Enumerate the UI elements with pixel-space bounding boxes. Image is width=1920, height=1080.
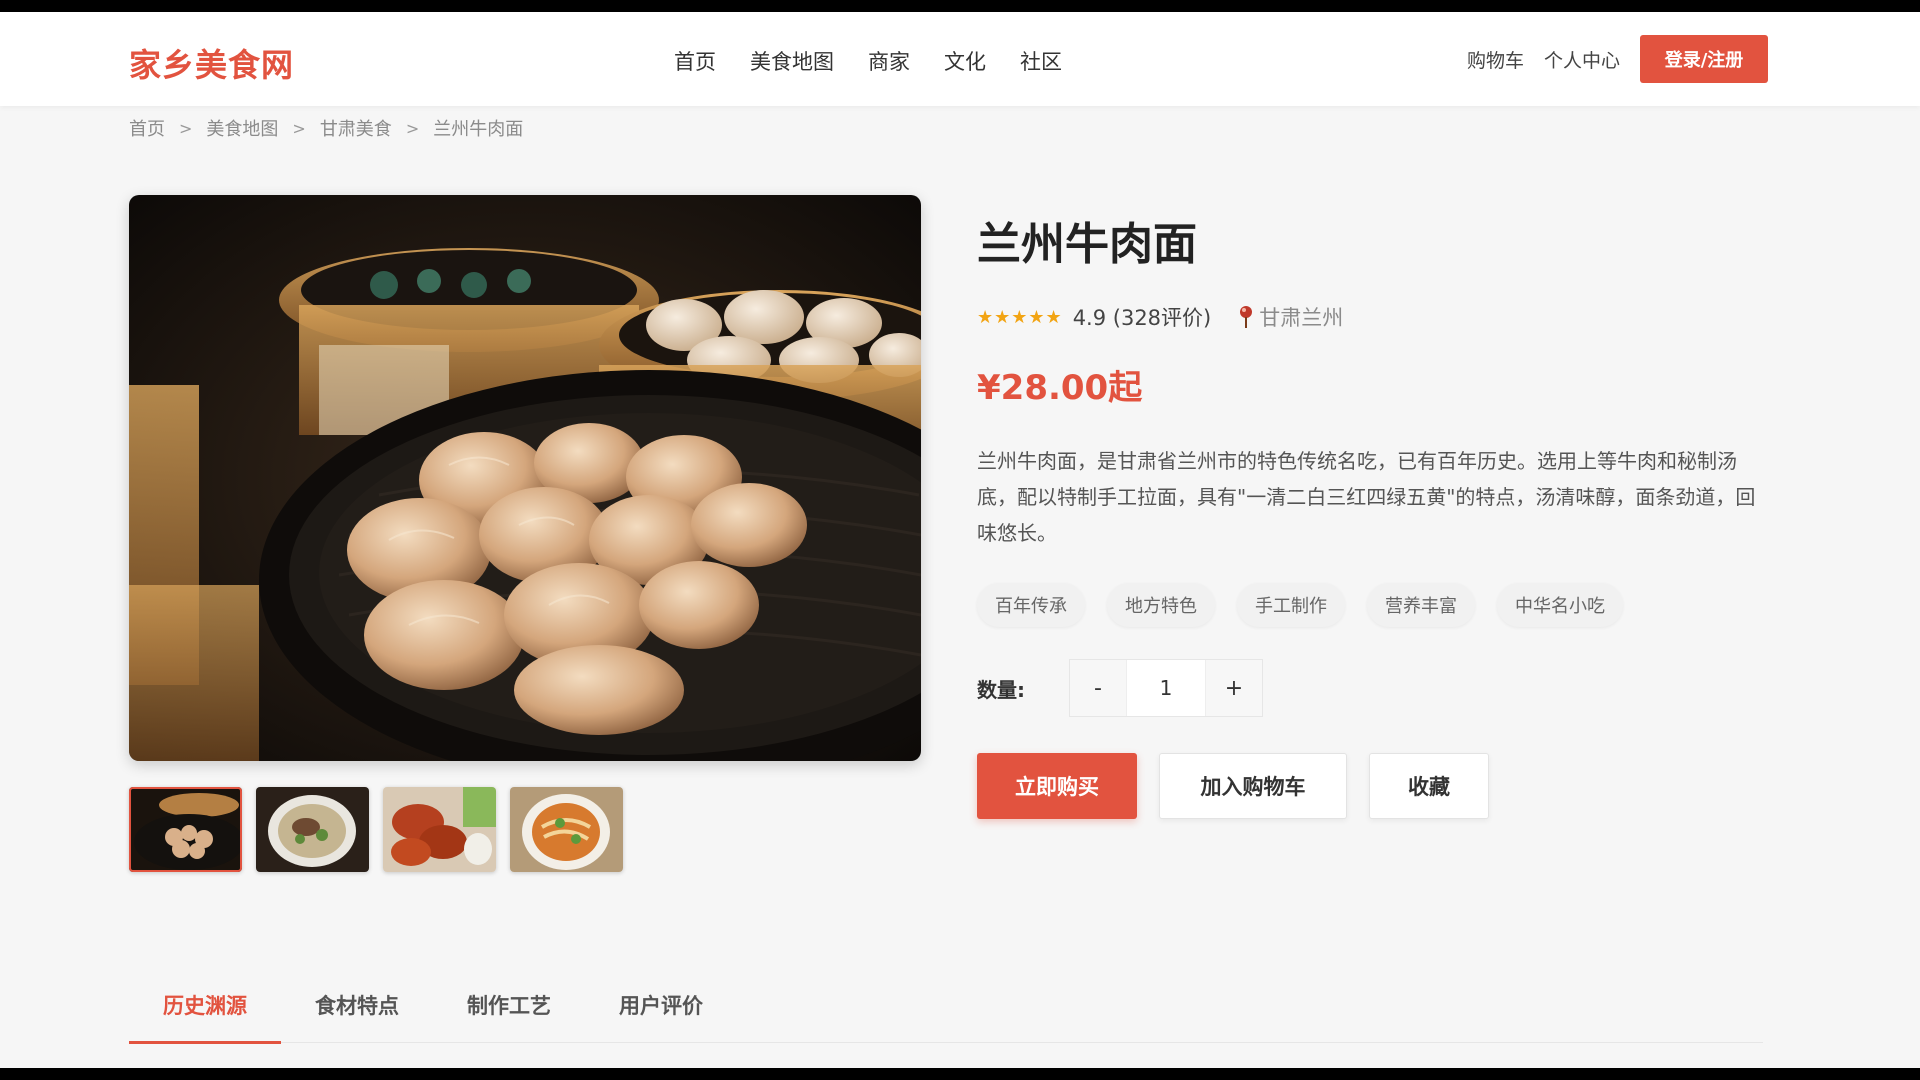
nav-item-food-map[interactable]: 美食地图 (750, 46, 834, 76)
tab-reviews[interactable]: 用户评价 (585, 970, 737, 1042)
tab-ingredients[interactable]: 食材特点 (281, 970, 433, 1042)
rating-stars: ★★★★★ (977, 306, 1063, 328)
product-description: 兰州牛肉面，是甘肃省兰州市的特色传统名吃，已有百年历史。选用上等牛肉和秘制汤底，… (977, 449, 1756, 545)
tag: 百年传承 (977, 583, 1085, 627)
beef-noodles-thumbnail-image (510, 787, 623, 872)
location: 甘肃兰州 (1239, 302, 1343, 332)
top-header: 家乡美食网 首页 美食地图 商家 文化 社区 购物车 个人中心 登录/注册 (0, 12, 1920, 106)
location-text: 甘肃兰州 (1259, 306, 1344, 330)
tag: 营养丰富 (1367, 583, 1475, 627)
breadcrumb-current: 兰州牛肉面 (433, 119, 524, 140)
increment-button[interactable]: + (1206, 660, 1262, 716)
rating-text[interactable]: 4.9 (328评价) (1073, 302, 1212, 332)
product-tags: 百年传承 地方特色 手工制作 营养丰富 中华名小吃 (977, 583, 1770, 627)
nav-item-merchants[interactable]: 商家 (868, 46, 910, 76)
site-logo[interactable]: 家乡美食网 (129, 40, 294, 86)
cart-link[interactable]: 购物车 (1467, 46, 1524, 73)
buy-now-button[interactable]: 立即购买 (977, 753, 1137, 819)
detail-tabs: 历史渊源 食材特点 制作工艺 用户评价 (129, 970, 1763, 1044)
login-register-button[interactable]: 登录/注册 (1640, 35, 1768, 83)
thumbnail-beef-noodles[interactable] (510, 787, 623, 872)
thumbnail-beef-noodle-soup[interactable] (256, 787, 369, 872)
tag: 手工制作 (1237, 583, 1345, 627)
nav-item-home[interactable]: 首页 (674, 46, 716, 76)
thumbnail-strip (129, 787, 623, 872)
quantity-input[interactable] (1126, 660, 1206, 716)
header-actions: 购物车 个人中心 登录/注册 (1467, 35, 1768, 83)
nav-item-community[interactable]: 社区 (1020, 46, 1062, 76)
breadcrumb: 首页 > 美食地图 > 甘肃美食 > 兰州牛肉面 (129, 115, 523, 141)
main-product-image[interactable] (129, 195, 921, 761)
product-price: ¥28.00起 (977, 368, 1143, 408)
tab-craft[interactable]: 制作工艺 (433, 970, 585, 1042)
tab-history[interactable]: 历史渊源 (129, 970, 281, 1044)
main-nav: 首页 美食地图 商家 文化 社区 (674, 46, 1062, 76)
favorite-button[interactable]: 收藏 (1369, 753, 1489, 819)
quantity-label: 数量: (977, 677, 1025, 702)
thumbnail-dumplings[interactable] (129, 787, 242, 872)
thumbnail-chicken-wings[interactable] (383, 787, 496, 872)
dumplings-thumbnail-image (129, 787, 242, 872)
beef-noodle-soup-thumbnail-image (256, 787, 369, 872)
add-to-cart-button[interactable]: 加入购物车 (1159, 753, 1347, 819)
product-title: 兰州牛肉面 (977, 219, 1197, 270)
breadcrumb-separator: > (292, 118, 306, 138)
quantity-stepper: - + (1069, 659, 1263, 717)
purchase-actions: 立即购买 加入购物车 收藏 (977, 753, 1770, 819)
product-meta: ★★★★★ 4.9 (328评价) 甘肃兰州 (977, 302, 1770, 332)
quantity-row: 数量: - + (977, 659, 1770, 717)
profile-link[interactable]: 个人中心 (1544, 46, 1620, 73)
location-pin-icon (1240, 306, 1253, 328)
dumplings-steamer-photo (129, 195, 921, 761)
nav-item-culture[interactable]: 文化 (944, 46, 986, 76)
product-info: 兰州牛肉面 ★★★★★ 4.9 (328评价) 甘肃兰州 ¥28.00起 兰州牛… (977, 208, 1770, 819)
breadcrumb-home[interactable]: 首页 (129, 115, 165, 141)
chicken-wings-thumbnail-image (383, 787, 496, 872)
decrement-button[interactable]: - (1070, 660, 1126, 716)
breadcrumb-gansu-food[interactable]: 甘肃美食 (320, 115, 392, 141)
tag: 地方特色 (1107, 583, 1215, 627)
breadcrumb-separator: > (405, 118, 420, 138)
tag: 中华名小吃 (1497, 583, 1623, 627)
breadcrumb-food-map[interactable]: 美食地图 (206, 115, 278, 141)
page: 家乡美食网 首页 美食地图 商家 文化 社区 购物车 个人中心 登录/注册 首页… (0, 12, 1920, 1068)
breadcrumb-separator: > (179, 118, 193, 138)
